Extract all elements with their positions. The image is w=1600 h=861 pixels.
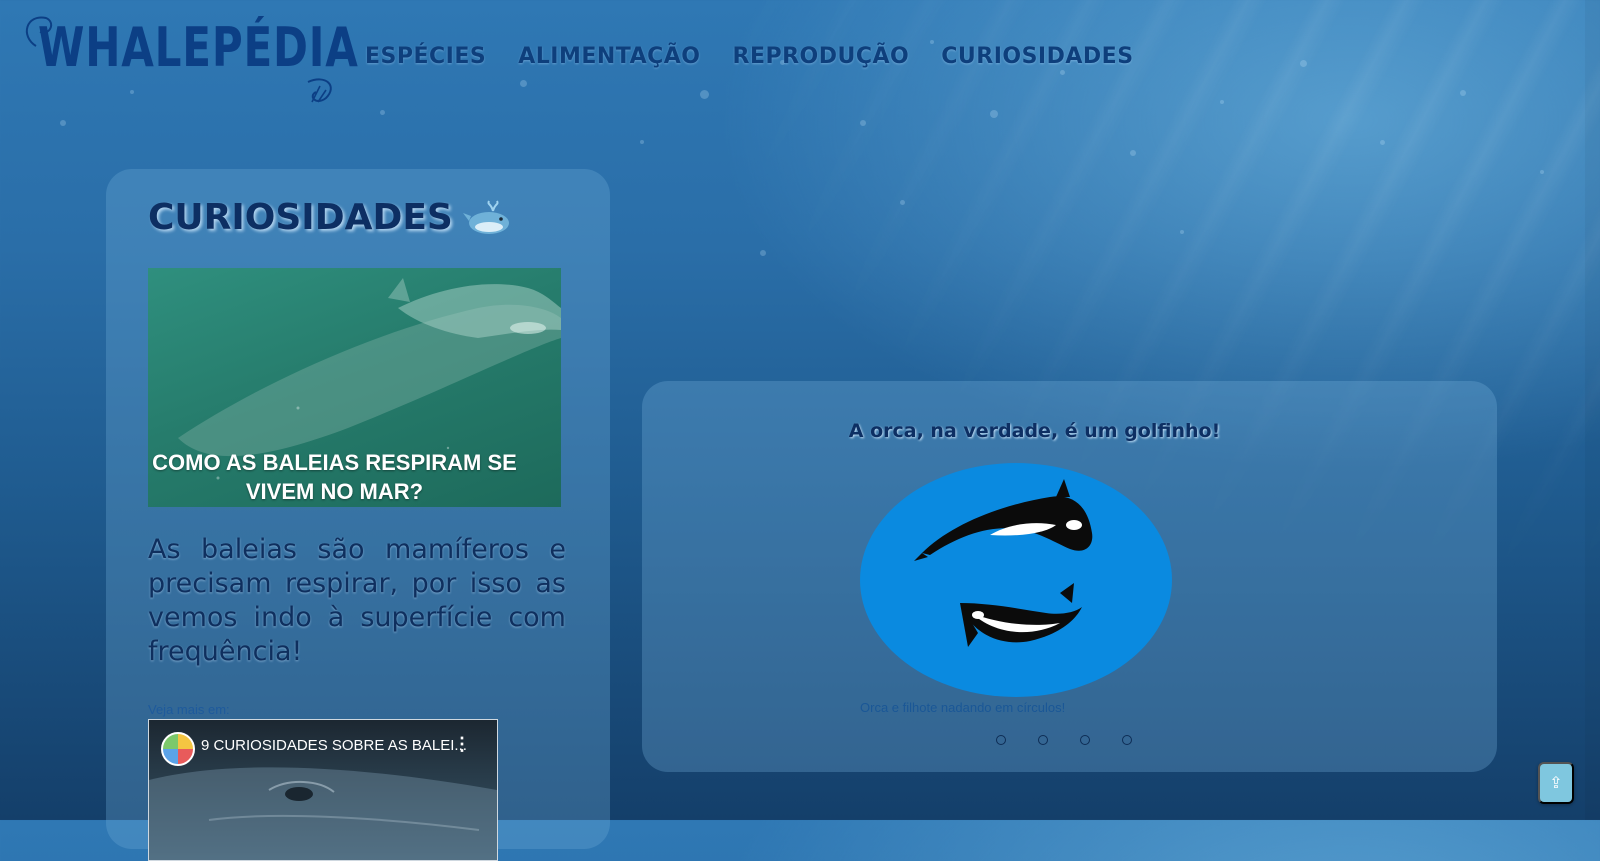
main-nav: ESPÉCIES ALIMENTAÇÃO REPRODUÇÃO CURIOSID… bbox=[365, 44, 1134, 69]
nav-item-curiosidades[interactable]: CURIOSIDADES bbox=[941, 44, 1133, 69]
orca-image bbox=[860, 463, 1172, 697]
nav-item-especies[interactable]: ESPÉCIES bbox=[365, 44, 486, 69]
page-scrollbar[interactable] bbox=[1585, 0, 1600, 820]
nav-item-reproducao[interactable]: REPRODUÇÃO bbox=[733, 44, 910, 69]
carousel-dot-2[interactable] bbox=[1038, 735, 1048, 745]
arrow-up-icon: ⇪ bbox=[1549, 775, 1563, 792]
site-logo[interactable]: WHALEPÉDIA bbox=[16, 6, 358, 106]
curiosities-card: CURIOSIDADES COMO AS BALEIAS RESPIRAM SE… bbox=[106, 169, 610, 861]
back-to-top-button[interactable]: ⇪ bbox=[1538, 762, 1574, 804]
curiosity-text: As baleias são mamíferos e precisam resp… bbox=[148, 534, 566, 667]
nav-item-alimentacao[interactable]: ALIMENTAÇÃO bbox=[518, 44, 700, 69]
see-more-label: Veja mais em: bbox=[148, 702, 230, 717]
slide-title: A orca, na verdade, é um golfinho! bbox=[848, 420, 1221, 442]
channel-avatar[interactable] bbox=[161, 732, 195, 766]
carousel-dot-4[interactable] bbox=[1122, 735, 1132, 745]
whale-emoji-icon bbox=[462, 200, 509, 234]
slide-caption: Orca e filhote nadando em círculos! bbox=[860, 700, 1066, 715]
carousel-dot-1[interactable] bbox=[996, 735, 1006, 745]
youtube-embed[interactable]: 9 CURIOSIDADES SOBRE AS BALEI... ⋮ bbox=[148, 719, 498, 861]
carousel-dot-3[interactable] bbox=[1080, 735, 1090, 745]
carousel-indicators bbox=[996, 735, 1132, 745]
video-thumbnail[interactable]: COMO AS BALEIAS RESPIRAM SE VIVEM NO MAR… bbox=[148, 268, 561, 507]
thumbnail-caption: COMO AS BALEIAS RESPIRAM SE VIVEM NO MAR… bbox=[152, 450, 517, 504]
video-title[interactable]: 9 CURIOSIDADES SOBRE AS BALEI... bbox=[201, 737, 467, 754]
orca-carousel: A orca, na verdade, é um golfinho! Orca … bbox=[642, 381, 1497, 772]
curiosities-title: CURIOSIDADES bbox=[148, 197, 515, 238]
more-vert-icon[interactable]: ⋮ bbox=[453, 734, 471, 755]
curiosities-title-text: CURIOSIDADES bbox=[148, 197, 453, 238]
logo-text: WHALEPÉDIA bbox=[38, 16, 359, 79]
